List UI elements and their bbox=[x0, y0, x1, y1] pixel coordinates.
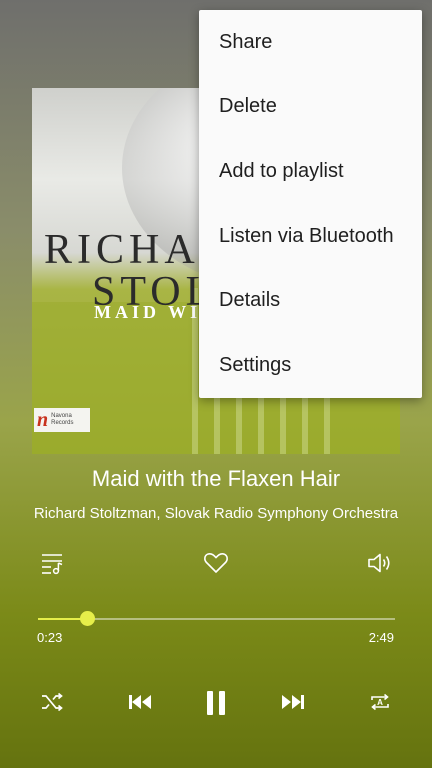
record-label-logo: n Navona Records bbox=[34, 408, 90, 432]
heart-icon bbox=[204, 552, 228, 573]
favorite-button[interactable] bbox=[200, 548, 232, 578]
record-label-mark: n bbox=[37, 409, 49, 431]
menu-item-delete[interactable]: Delete bbox=[199, 75, 422, 140]
volume-button[interactable] bbox=[364, 548, 396, 578]
elapsed-time: 0:23 bbox=[37, 630, 63, 645]
menu-item-details[interactable]: Details bbox=[199, 269, 422, 334]
volume-icon bbox=[368, 553, 390, 573]
track-title: Maid with the Flaxen Hair bbox=[91, 466, 341, 491]
menu-item-settings[interactable]: Settings bbox=[199, 333, 422, 398]
skip-previous-icon bbox=[129, 695, 151, 709]
seek-bar[interactable] bbox=[38, 611, 395, 626]
track-artist: Richard Stoltzman, Slovak Radio Symphony… bbox=[33, 505, 399, 522]
shuffle-icon bbox=[42, 692, 63, 712]
previous-button[interactable] bbox=[125, 688, 155, 716]
repeat-a-icon: A bbox=[371, 693, 389, 711]
seek-bar-thumb[interactable] bbox=[79, 611, 95, 626]
pause-icon bbox=[207, 691, 225, 715]
total-duration: 2:49 bbox=[368, 630, 394, 645]
repeat-button[interactable]: A bbox=[366, 688, 394, 716]
playlist-button[interactable] bbox=[36, 548, 68, 578]
pause-button[interactable] bbox=[200, 686, 232, 720]
menu-item-listen-via-bluetooth[interactable]: Listen via Bluetooth bbox=[199, 204, 422, 269]
next-button[interactable] bbox=[278, 688, 308, 716]
playlist-icon bbox=[42, 554, 63, 575]
record-label-text: Navona Records bbox=[51, 413, 74, 426]
menu-item-add-to-playlist[interactable]: Add to playlist bbox=[199, 139, 422, 204]
skip-next-icon bbox=[282, 695, 304, 709]
shuffle-button[interactable] bbox=[38, 688, 66, 716]
menu-item-share[interactable]: Share bbox=[199, 10, 422, 75]
overflow-menu: Share Delete Add to playlist Listen via … bbox=[199, 10, 422, 398]
svg-text:A: A bbox=[377, 698, 383, 707]
